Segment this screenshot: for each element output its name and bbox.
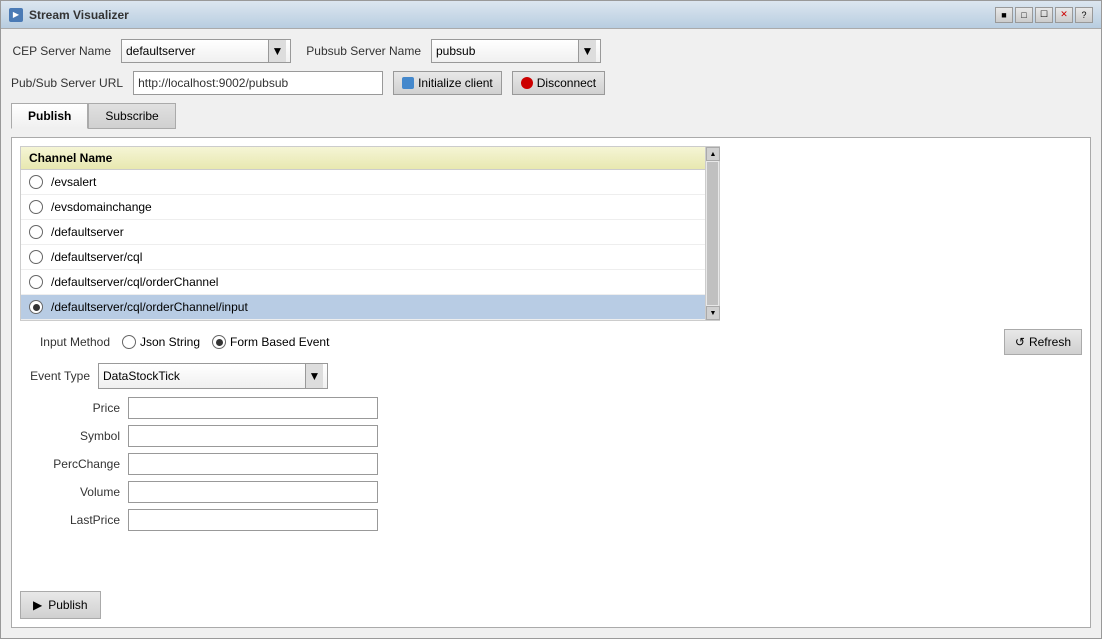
main-panel: Channel Name /evsalert /evsdomainchange <box>11 137 1091 628</box>
percchange-input[interactable] <box>128 453 378 475</box>
field-row-percchange: PercChange <box>40 453 1082 475</box>
tab-publish[interactable]: Publish <box>11 103 88 129</box>
main-window: ▶ Stream Visualizer ■ □ ☐ ✕ ? CEP Server… <box>0 0 1102 639</box>
price-input[interactable] <box>128 397 378 419</box>
title-bar: ▶ Stream Visualizer ■ □ ☐ ✕ ? <box>1 1 1101 29</box>
server-config-row: CEP Server Name defaultserver ▼ Pubsub S… <box>11 39 1091 63</box>
field-row-lastprice: LastPrice <box>40 509 1082 531</box>
input-method-label: Input Method <box>20 335 110 349</box>
url-row: Pub/Sub Server URL Initialize client Dis… <box>11 71 1091 95</box>
lastprice-input[interactable] <box>128 509 378 531</box>
init-client-button[interactable]: Initialize client <box>393 71 502 95</box>
help-btn[interactable]: ? <box>1075 7 1093 23</box>
channel-name-4: /defaultserver/cql/orderChannel <box>51 275 218 289</box>
pubsub-server-dropdown-arrow[interactable]: ▼ <box>578 40 596 62</box>
channel-table-header: Channel Name <box>21 147 705 170</box>
radio-json[interactable] <box>122 335 136 349</box>
volume-input[interactable] <box>128 481 378 503</box>
channel-scrollbar[interactable]: ▲ ▼ <box>705 147 719 320</box>
event-type-label: Event Type <box>20 369 90 383</box>
field-row-price: Price <box>40 397 1082 419</box>
refresh-icon: ↺ <box>1015 335 1025 349</box>
channel-row[interactable]: /defaultserver/cql/orderChannel <box>21 270 705 295</box>
channel-radio-4[interactable] <box>29 275 43 289</box>
maximize-btn[interactable]: ☐ <box>1035 7 1053 23</box>
pubsub-server-value: pubsub <box>436 44 475 58</box>
channel-row[interactable]: /defaultserver/cql <box>21 245 705 270</box>
app-icon: ▶ <box>9 8 23 22</box>
url-input[interactable] <box>133 71 383 95</box>
cep-server-select[interactable]: defaultserver ▼ <box>121 39 291 63</box>
input-method-row: Input Method Json String Form Based Even… <box>20 329 1082 355</box>
disconnect-button[interactable]: Disconnect <box>512 71 605 95</box>
field-row-volume: Volume <box>40 481 1082 503</box>
cep-server-value: defaultserver <box>126 44 195 58</box>
channel-name-3: /defaultserver/cql <box>51 250 142 264</box>
refresh-btn-label: Refresh <box>1029 335 1071 349</box>
publish-button[interactable]: ▶ Publish <box>20 591 101 619</box>
restore-btn[interactable]: □ <box>1015 7 1033 23</box>
percchange-label: PercChange <box>40 457 120 471</box>
window-title: Stream Visualizer <box>29 8 129 22</box>
radio-json-label: Json String <box>140 335 200 349</box>
title-bar-left: ▶ Stream Visualizer <box>9 8 129 22</box>
publish-icon: ▶ <box>33 598 42 612</box>
symbol-input[interactable] <box>128 425 378 447</box>
publish-btn-row: ▶ Publish <box>20 583 1082 619</box>
tab-subscribe[interactable]: Subscribe <box>88 103 175 129</box>
radio-json-group: Json String <box>122 335 200 349</box>
radio-form[interactable] <box>212 335 226 349</box>
publish-btn-label: Publish <box>48 598 87 612</box>
scroll-thumb[interactable] <box>707 162 718 305</box>
event-type-dropdown-arrow[interactable]: ▼ <box>305 364 323 388</box>
channel-row[interactable]: /defaultserver <box>21 220 705 245</box>
field-rows: Price Symbol PercChange Volume LastPrice <box>20 397 1082 531</box>
scroll-down-btn[interactable]: ▼ <box>706 306 720 320</box>
channel-radio-5[interactable] <box>29 300 43 314</box>
channel-table-body: /evsalert /evsdomainchange /defaultserve… <box>21 170 705 320</box>
channel-name-5: /defaultserver/cql/orderChannel/input <box>51 300 248 314</box>
minimize-btn[interactable]: ■ <box>995 7 1013 23</box>
pubsub-label: Pubsub Server Name <box>301 44 421 58</box>
cep-server-dropdown-arrow[interactable]: ▼ <box>268 40 286 62</box>
disconnect-icon <box>521 77 533 89</box>
cep-label: CEP Server Name <box>11 44 111 58</box>
radio-form-group: Form Based Event <box>212 335 329 349</box>
radio-form-label: Form Based Event <box>230 335 329 349</box>
channel-row-selected[interactable]: /defaultserver/cql/orderChannel/input <box>21 295 705 320</box>
init-icon <box>402 77 414 89</box>
pubsub-server-select[interactable]: pubsub ▼ <box>431 39 601 63</box>
channel-list-area: Channel Name /evsalert /evsdomainchange <box>21 147 705 320</box>
scroll-up-btn[interactable]: ▲ <box>706 147 720 161</box>
disconnect-btn-label: Disconnect <box>537 76 596 90</box>
channel-row[interactable]: /evsalert <box>21 170 705 195</box>
close-btn[interactable]: ✕ <box>1055 7 1073 23</box>
event-type-row: Event Type DataStockTick ▼ <box>20 363 1082 389</box>
content-area: CEP Server Name defaultserver ▼ Pubsub S… <box>1 29 1101 638</box>
channel-row[interactable]: /evsdomainchange <box>21 195 705 220</box>
channel-name-header: Channel Name <box>29 151 112 165</box>
price-label: Price <box>40 401 120 415</box>
field-row-symbol: Symbol <box>40 425 1082 447</box>
tabs-container: Publish Subscribe <box>11 103 1091 129</box>
init-btn-label: Initialize client <box>418 76 493 90</box>
event-type-value: DataStockTick <box>103 369 180 383</box>
channel-radio-1[interactable] <box>29 200 43 214</box>
title-controls: ■ □ ☐ ✕ ? <box>995 7 1093 23</box>
url-label: Pub/Sub Server URL <box>11 76 123 90</box>
channel-name-0: /evsalert <box>51 175 96 189</box>
channel-radio-0[interactable] <box>29 175 43 189</box>
channel-radio-3[interactable] <box>29 250 43 264</box>
lastprice-label: LastPrice <box>40 513 120 527</box>
channel-name-1: /evsdomainchange <box>51 200 152 214</box>
channel-radio-2[interactable] <box>29 225 43 239</box>
channel-name-2: /defaultserver <box>51 225 124 239</box>
volume-label: Volume <box>40 485 120 499</box>
event-type-select[interactable]: DataStockTick ▼ <box>98 363 328 389</box>
symbol-label: Symbol <box>40 429 120 443</box>
refresh-button[interactable]: ↺ Refresh <box>1004 329 1082 355</box>
channel-table: Channel Name /evsalert /evsdomainchange <box>20 146 720 321</box>
